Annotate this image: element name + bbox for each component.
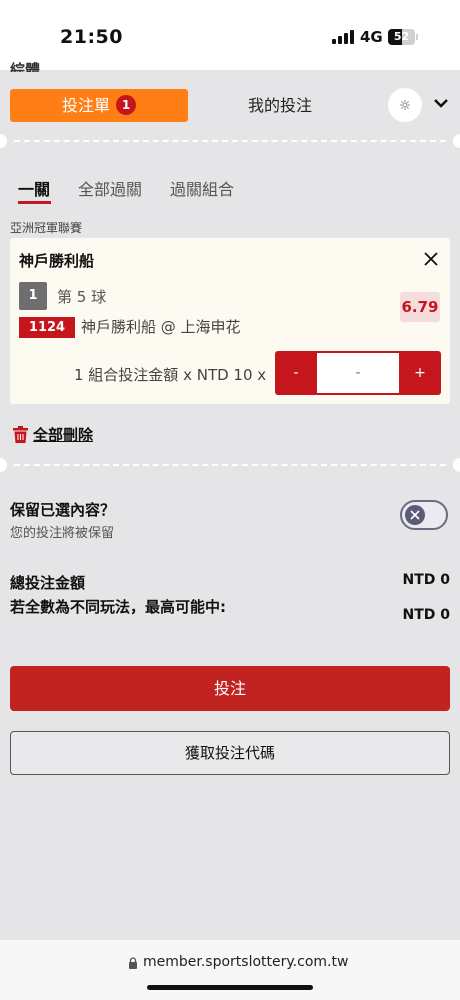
notch-right-bottom <box>453 458 460 472</box>
battery-tip <box>416 34 418 40</box>
settings-button[interactable] <box>388 88 422 122</box>
keep-selection-toggle[interactable] <box>400 500 448 530</box>
separator-top <box>14 140 446 142</box>
place-bet-button[interactable]: 投注 <box>10 666 450 711</box>
subtab-parlay-combo[interactable]: 過關組合 <box>170 176 234 200</box>
selection-title: 神戶勝利船 <box>19 252 95 270</box>
background-page-peek: 綜體 <box>10 62 41 72</box>
battery-percent: 52 <box>393 30 410 43</box>
notch-left-bottom <box>0 458 7 472</box>
status-time: 21:50 <box>60 26 123 48</box>
market-name: 第 5 球 <box>57 288 107 306</box>
url-text: member.sportslottery.com.tw <box>143 954 349 970</box>
trash-icon <box>13 426 28 443</box>
subtab-single[interactable]: 一關 <box>18 176 50 200</box>
stake-amount-input[interactable] <box>317 353 399 393</box>
gear-icon <box>400 100 410 110</box>
close-icon <box>410 510 420 520</box>
notch-right <box>453 134 460 148</box>
decrement-button[interactable]: - <box>275 351 317 395</box>
battery-icon: 52 <box>388 29 415 45</box>
max-win-value: NTD 0 <box>402 607 450 623</box>
keep-selection-subtitle: 您的投注將被保留 <box>10 526 115 541</box>
increment-button[interactable]: + <box>399 351 441 395</box>
tab-betslip[interactable]: 投注單 1 <box>10 89 188 122</box>
delete-all-label: 全部刪除 <box>33 426 94 444</box>
home-indicator[interactable] <box>147 985 313 990</box>
close-icon[interactable] <box>423 251 439 267</box>
tab-betslip-label: 投注單 <box>61 96 110 115</box>
subtab-active-underline <box>18 201 51 204</box>
odds-value: 6.79 <box>400 292 440 322</box>
lock-icon <box>129 957 137 969</box>
max-win-label: 若全數為不同玩法，最高可能中: <box>10 598 227 616</box>
total-stake-label: 總投注金額 <box>10 574 86 592</box>
bet-card: 神戶勝利船 1 第 5 球 6.79 1124 神戶勝利船 @ 上海申花 1 組… <box>10 238 450 404</box>
total-stake-value: NTD 0 <box>402 572 450 588</box>
keep-selection-title: 保留已選內容？ <box>10 501 116 519</box>
stake-stepper: - + <box>275 351 441 395</box>
stake-label: 1 組合投注金額 x NTD 10 x <box>74 366 267 384</box>
separator-bottom <box>14 464 446 466</box>
browser-address-bar[interactable]: member.sportslottery.com.tw <box>0 940 460 1000</box>
betslip-count-badge: 1 <box>116 95 136 115</box>
bet-number-badge: 1 <box>19 282 47 310</box>
tab-my-bets[interactable]: 我的投注 <box>200 89 360 122</box>
chevron-down-icon[interactable] <box>434 98 448 108</box>
betslip-header: 投注單 1 我的投注 <box>0 80 460 132</box>
toggle-knob <box>405 505 425 525</box>
match-code-badge: 1124 <box>19 317 75 338</box>
league-name: 亞洲冠軍聯賽 <box>10 221 83 235</box>
status-bar: 21:50 4G 52 綜體 <box>0 0 460 72</box>
signal-icon <box>332 30 354 44</box>
subtab-all-parlay[interactable]: 全部過關 <box>78 176 142 200</box>
notch-left <box>0 134 7 148</box>
match-name: 神戶勝利船 @ 上海申花 <box>81 318 241 336</box>
network-type: 4G <box>360 28 383 46</box>
get-bet-code-button[interactable]: 獲取投注代碼 <box>10 731 450 775</box>
